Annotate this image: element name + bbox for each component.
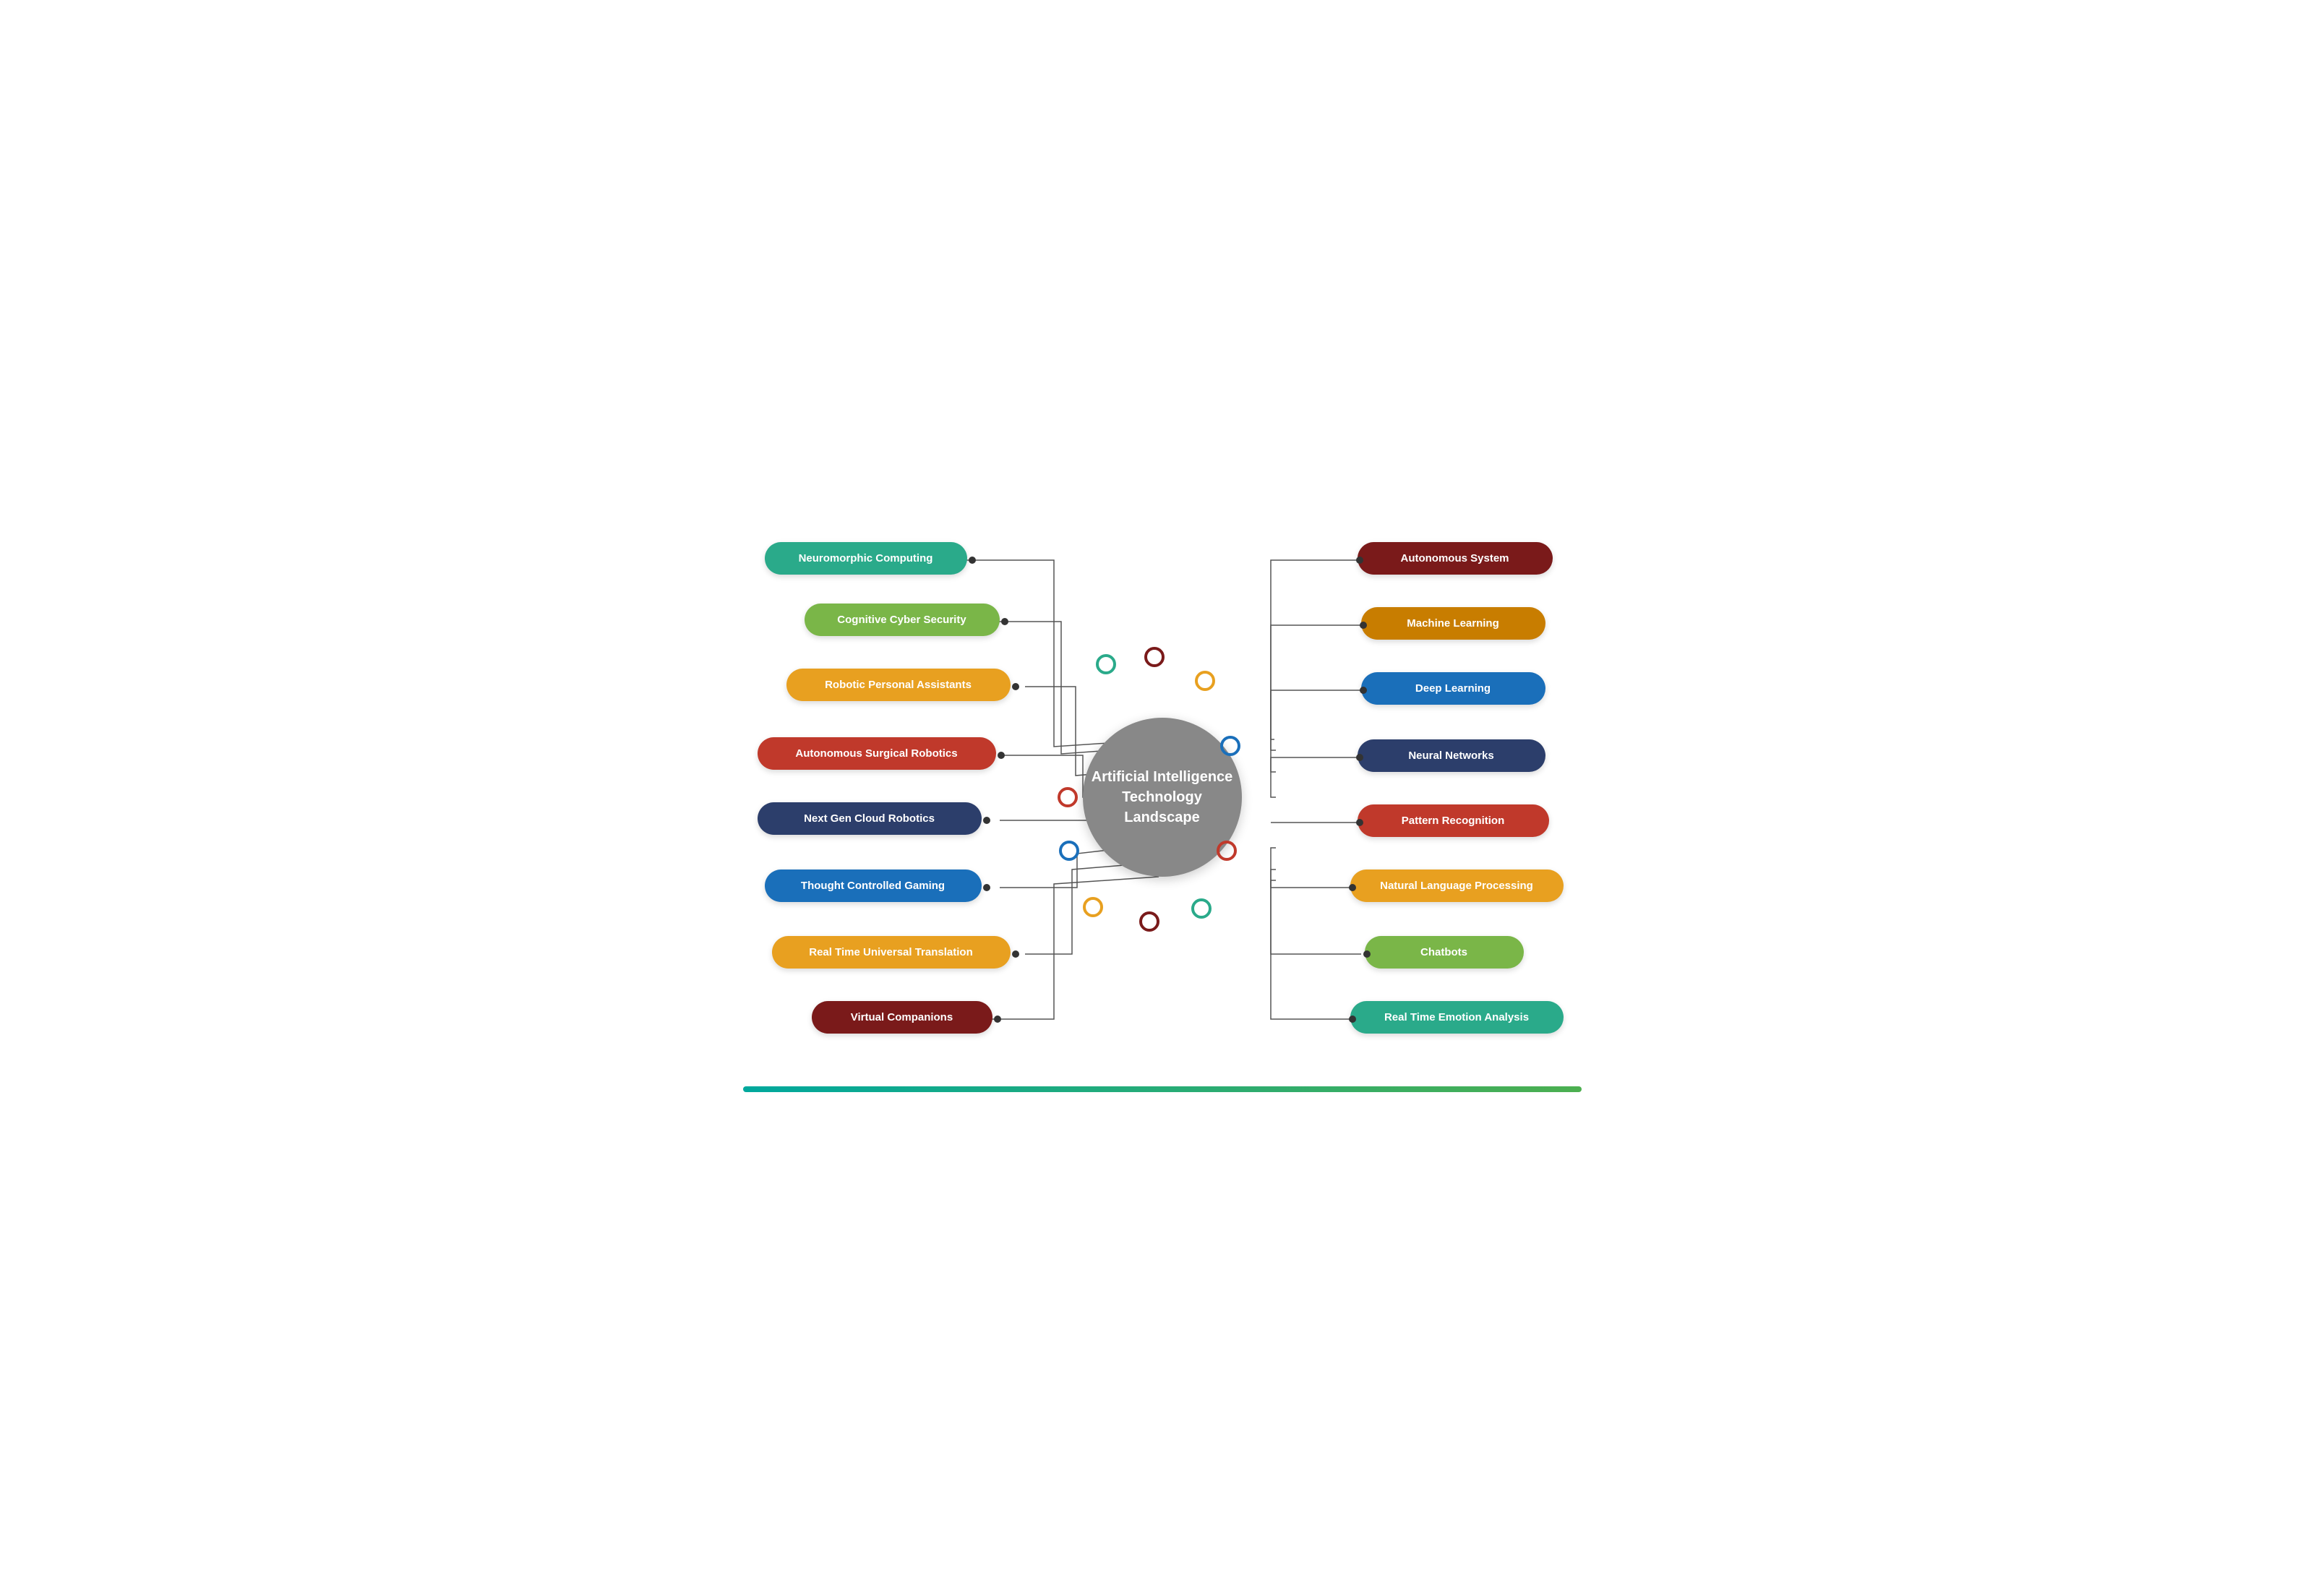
pill-thought-gaming: Thought Controlled Gaming [765,870,982,902]
diagram-container: Artificial Intelligence Technology Lands… [743,515,1582,1079]
pill-neural-networks: Neural Networks [1358,739,1545,772]
ring-node-teal-top [1096,654,1116,674]
pill-cloud-robotics: Next Gen Cloud Robotics [758,802,982,835]
pill-deep-learning: Deep Learning [1361,672,1545,705]
pill-cognitive: Cognitive Cyber Security [805,604,1000,636]
ring-node-orange-bottom [1083,897,1103,917]
bottom-bar [743,1086,1582,1092]
pill-emotion-analysis: Real Time Emotion Analysis [1350,1001,1564,1034]
pill-virtual-companions: Virtual Companions [812,1001,992,1034]
ring-node-red-right [1217,841,1237,861]
pill-machine-learning: Machine Learning [1361,607,1545,640]
ring-node-orange-top [1195,671,1215,691]
pill-robotic-assistants: Robotic Personal Assistants [786,669,1011,701]
pill-chatbots: Chatbots [1365,936,1524,969]
page-wrapper: Artificial Intelligence Technology Lands… [729,486,1596,1107]
pill-autonomous-system: Autonomous System [1358,542,1553,575]
pill-surgical-robotics: Autonomous Surgical Robotics [758,737,996,770]
pill-nlp: Natural Language Processing [1350,870,1564,902]
pill-universal-translation: Real Time Universal Translation [772,936,1011,969]
pill-neuromorphic: Neuromorphic Computing [765,542,967,575]
pill-pattern-recognition: Pattern Recognition [1358,804,1549,837]
ring-node-teal-bottom [1191,898,1212,919]
ring-node-darkred-top [1144,647,1165,667]
ring-node-blue-right [1220,736,1240,756]
center-text: Artificial Intelligence Technology Lands… [1092,767,1233,828]
ring-node-blue-left [1059,841,1079,861]
ring-node-darkred-bottom [1139,911,1159,932]
ring-node-red-left [1058,787,1078,807]
